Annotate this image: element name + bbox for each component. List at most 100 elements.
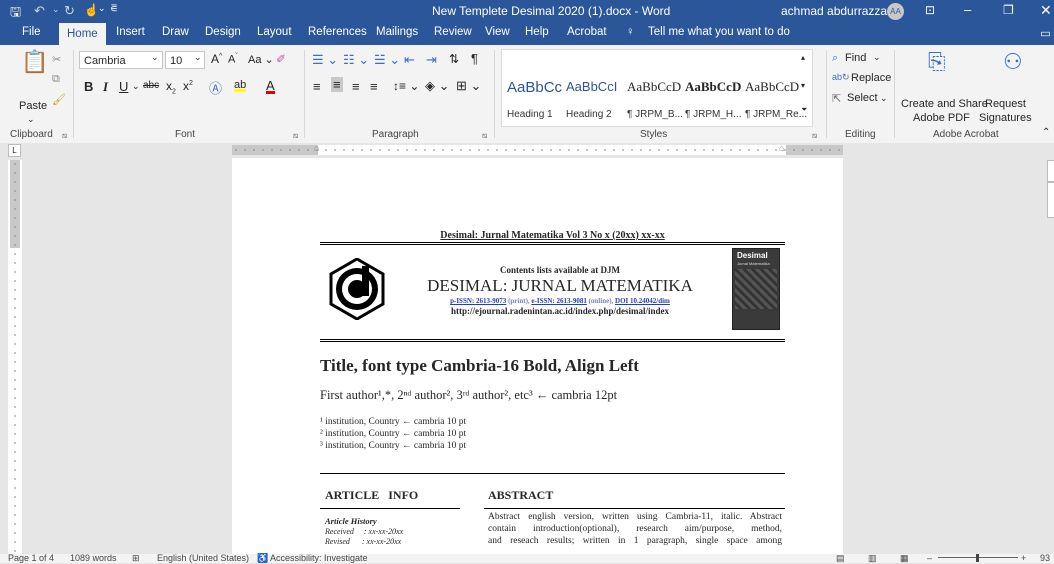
tell-me-search[interactable]: Tell me what you want to do (648, 26, 790, 38)
font-launcher-icon[interactable]: ⧅ (293, 131, 298, 141)
print-layout-icon[interactable]: ▥ (868, 553, 877, 564)
vertical-scrollbar[interactable] (1047, 160, 1054, 554)
align-right-icon[interactable]: ≡ (352, 79, 360, 94)
tab-home[interactable]: Home (59, 23, 106, 45)
shrink-font-icon[interactable]: Aˇ (228, 53, 238, 66)
tab-references[interactable]: References (308, 26, 367, 38)
language-status[interactable]: English (United States) (157, 553, 249, 563)
tab-review[interactable]: Review (434, 26, 472, 38)
styles-launcher-icon[interactable]: ⧅ (812, 131, 817, 141)
create-pdf-icon[interactable]: ⎘ (928, 49, 946, 75)
styles-more-icon[interactable]: ⏷ (801, 105, 807, 115)
zoom-in-icon[interactable]: + (1021, 553, 1026, 563)
collapse-ribbon-icon[interactable]: ⌃ (1042, 127, 1050, 138)
center-icon[interactable]: ≡ (331, 77, 343, 92)
text-effects-icon[interactable]: Ⓐ (209, 78, 222, 97)
font-color-icon[interactable]: A (266, 78, 275, 94)
highlight-icon[interactable]: ab (234, 79, 247, 92)
replace-icon[interactable]: ab↻ (832, 72, 850, 83)
doi-link[interactable]: DOI 10.24042/dim (615, 297, 670, 305)
tab-draw[interactable]: Draw (162, 26, 189, 38)
journal-url[interactable]: http://ejournal.radenintan.ac.id/index.p… (400, 306, 720, 316)
horizontal-ruler[interactable]: L ⌂ ⌂ (0, 143, 1054, 157)
save-icon[interactable]: 🖫 (10, 3, 21, 25)
bold-icon[interactable]: B (84, 79, 93, 94)
align-left-icon[interactable]: ≡ (313, 79, 321, 94)
request-signatures-icon[interactable]: ⚇ (1003, 49, 1023, 75)
tab-insert[interactable]: Insert (116, 26, 145, 38)
italic-icon[interactable]: I (103, 79, 108, 95)
tab-file[interactable]: File (22, 26, 41, 38)
paste-dropdown-icon[interactable]: ⌄ (27, 114, 35, 125)
grow-font-icon[interactable]: A^ (211, 52, 222, 66)
zoom-slider-thumb[interactable] (976, 554, 979, 562)
create-share-pdf-line-2[interactable]: Adobe PDF (913, 112, 970, 124)
cut-icon[interactable]: ✂ (52, 53, 61, 66)
redo-icon[interactable]: ↻ (64, 3, 75, 19)
show-formatting-icon[interactable]: ¶ (471, 51, 478, 66)
undo-dropdown-icon[interactable]: ⌄ (52, 4, 60, 15)
zoom-out-icon[interactable]: – (927, 553, 932, 563)
borders-icon[interactable]: ⊞ ⌄ (456, 78, 481, 94)
find-button[interactable]: Find (845, 52, 866, 64)
sort-icon[interactable]: ⇅ (449, 52, 459, 66)
minimize-icon[interactable]: – (964, 2, 971, 17)
page-count[interactable]: Page 1 of 4 (8, 553, 54, 563)
avatar[interactable]: AA (887, 3, 904, 20)
create-share-pdf-line-1[interactable]: Create and Share (901, 98, 988, 110)
justify-icon[interactable]: ≡ (370, 79, 378, 94)
request-signatures-line-1[interactable]: Request (985, 98, 1026, 110)
close-icon[interactable]: ✕ (1040, 2, 1052, 19)
underline-icon[interactable]: U (119, 79, 128, 94)
undo-icon[interactable]: ↶ (34, 3, 45, 19)
line-spacing-icon[interactable]: ↕≡ ⌄ (393, 79, 419, 93)
tab-selector-icon[interactable]: L (8, 144, 21, 157)
style-jrpm-h[interactable]: AaBbCcD ¶ JRPM_H... (685, 79, 742, 120)
select-button[interactable]: Select (847, 92, 878, 104)
replace-button[interactable]: Replace (851, 72, 891, 84)
ribbon-display-icon[interactable]: ⊡ (925, 3, 935, 17)
superscript-icon[interactable]: x2 (183, 79, 193, 93)
find-icon[interactable]: ⌕ (832, 52, 838, 65)
document-page[interactable]: Desimal: Jurnal Matematika Vol 3 No x (2… (232, 158, 843, 554)
word-count[interactable]: 1089 words (70, 553, 117, 563)
scroll-thumb-top[interactable] (1047, 160, 1054, 182)
numbering-icon[interactable]: ☷ ⌄ (343, 52, 369, 68)
multilevel-list-icon[interactable]: ☱ ⌄ (374, 52, 400, 68)
subscript-icon[interactable]: x2 (166, 79, 176, 95)
tab-layout[interactable]: Layout (257, 26, 292, 38)
styles-scroll-down-icon[interactable]: ▾ (801, 81, 805, 90)
styles-scroll-up-icon[interactable]: ▴ (801, 53, 805, 62)
request-signatures-line-2[interactable]: Signatures (979, 112, 1032, 124)
accessibility-status[interactable]: Accessibility: Investigate (270, 553, 368, 563)
clipboard-launcher-icon[interactable]: ⧅ (62, 131, 67, 141)
vertical-ruler[interactable] (8, 160, 22, 554)
comments-icon[interactable]: ▭ (1040, 26, 1051, 40)
eissn-link[interactable]: e-ISSN: 2613-9081 (531, 297, 586, 305)
find-dropdown-icon[interactable]: ⌄ (873, 52, 881, 63)
read-mode-icon[interactable]: ▤ (836, 553, 845, 564)
change-case-icon[interactable]: Aa ⌄ (248, 53, 274, 66)
qat-more-icon[interactable]: ⋷ (110, 2, 118, 15)
zoom-level[interactable]: 93 (1040, 553, 1050, 563)
style-heading-2[interactable]: AaBbCcI Heading 2 (566, 79, 617, 120)
proofing-icon[interactable]: ⊞ (132, 553, 140, 564)
customize-qat-icon[interactable]: ⌄ (98, 3, 106, 14)
decrease-indent-icon[interactable]: ⇤ (404, 52, 415, 68)
web-layout-icon[interactable]: ▦ (900, 553, 909, 564)
select-icon[interactable]: ⇱ (832, 92, 841, 105)
style-jrpm-re[interactable]: AaBbCcD ¶ JRPM_Re... (745, 79, 807, 120)
format-painter-icon[interactable]: 🖌 (52, 93, 66, 106)
paste-icon[interactable]: 📋 (21, 49, 48, 75)
pissn-link[interactable]: p-ISSN: 2613-9073 (450, 297, 506, 305)
style-heading-1[interactable]: AaBbCc Heading 1 (507, 79, 562, 120)
bullets-icon[interactable]: ☰ ⌄ (312, 52, 338, 68)
paste-button[interactable]: Paste (19, 100, 47, 112)
user-name[interactable]: achmad abdurrazzaq (781, 4, 894, 18)
tab-acrobat[interactable]: Acrobat (567, 26, 607, 38)
tab-view[interactable]: View (485, 26, 510, 38)
font-size-dropdown-icon[interactable]: ⌄ (194, 52, 202, 63)
clear-formatting-icon[interactable]: ✐ (276, 52, 286, 66)
increase-indent-icon[interactable]: ⇥ (426, 52, 437, 68)
touch-mode-icon[interactable]: ☝ (84, 3, 99, 17)
